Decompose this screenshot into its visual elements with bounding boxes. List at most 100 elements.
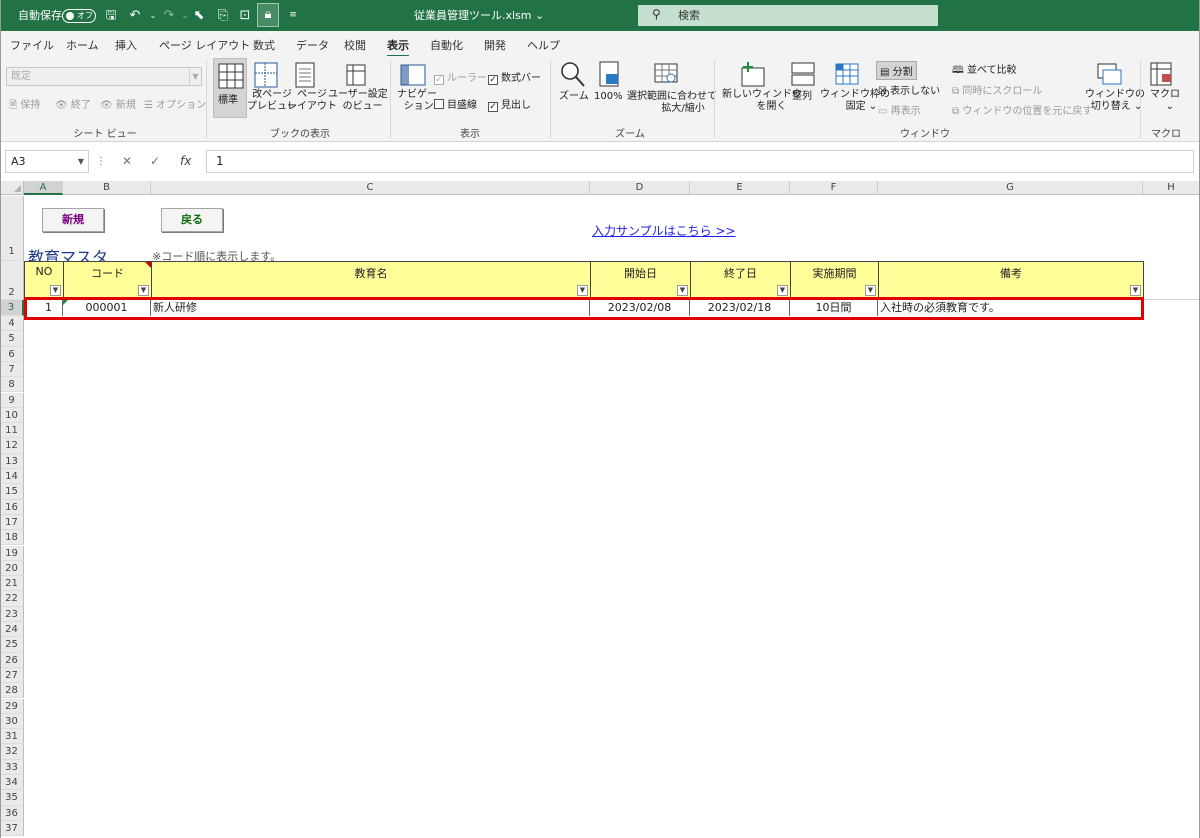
input-sample-link[interactable]: 入力サンプルはこちら >> bbox=[592, 222, 736, 239]
tab-formulas[interactable]: 数式 bbox=[253, 37, 275, 53]
navigation-button[interactable]: ナビゲー ション bbox=[397, 89, 437, 113]
row-header[interactable]: 24 bbox=[0, 622, 24, 638]
column-header-g[interactable]: G bbox=[878, 181, 1143, 195]
freeze-panes-icon[interactable] bbox=[832, 60, 862, 88]
back-button[interactable]: 戻る bbox=[161, 208, 223, 232]
column-header-f[interactable]: F bbox=[790, 181, 878, 195]
row-header[interactable]: 12 bbox=[0, 438, 24, 454]
new-record-button[interactable]: 新規 bbox=[42, 208, 104, 232]
column-header-e[interactable]: E bbox=[690, 181, 790, 195]
autosave-toggle[interactable]: オフ bbox=[62, 9, 96, 23]
formula-input[interactable]: 1 bbox=[206, 150, 1194, 173]
filter-dropdown-icon[interactable]: ▼ bbox=[138, 285, 149, 296]
custom-views-icon[interactable] bbox=[341, 61, 371, 89]
magnifier-icon[interactable] bbox=[558, 60, 588, 88]
row-header[interactable]: 11 bbox=[0, 423, 24, 439]
tab-file[interactable]: ファイル bbox=[10, 37, 54, 53]
text-box-icon[interactable]: ⊡ bbox=[236, 7, 254, 24]
row-header[interactable]: 5 bbox=[0, 331, 24, 347]
tab-insert[interactable]: 挿入 bbox=[115, 37, 137, 53]
row-header[interactable]: 30 bbox=[0, 713, 24, 730]
split-button[interactable]: ▤ 分割 bbox=[876, 61, 917, 80]
view-side-by-side-button[interactable]: 🕮 並べて比較 bbox=[952, 61, 1017, 80]
tab-data[interactable]: データ bbox=[296, 37, 329, 53]
row-header[interactable]: 13 bbox=[0, 453, 24, 469]
window-title[interactable]: 従業員管理ツール.xlsm ⌄ bbox=[414, 0, 544, 31]
row-header[interactable]: 35 bbox=[0, 790, 24, 806]
row-header[interactable]: 31 bbox=[0, 729, 24, 745]
filter-dropdown-icon[interactable]: ▼ bbox=[50, 285, 61, 296]
row-header[interactable]: 17 bbox=[0, 514, 24, 531]
filter-dropdown-icon[interactable]: ▼ bbox=[677, 285, 688, 296]
column-header-b[interactable]: B bbox=[63, 181, 151, 195]
switch-windows-button[interactable]: ウィンドウの 切り替え ⌄ bbox=[1085, 89, 1145, 113]
row-header[interactable]: 14 bbox=[0, 469, 24, 485]
column-header-c[interactable]: C bbox=[151, 181, 590, 195]
row-header[interactable]: 22 bbox=[0, 591, 24, 607]
row-header[interactable]: 7 bbox=[0, 361, 24, 378]
row-header[interactable]: 37 bbox=[0, 820, 24, 837]
filter-dropdown-icon[interactable]: ▼ bbox=[865, 285, 876, 296]
arrange-all-button[interactable]: 整列 bbox=[792, 91, 812, 103]
document-search-icon[interactable]: ⎘ bbox=[214, 7, 232, 24]
row-header[interactable]: 4 bbox=[0, 316, 24, 332]
row-header[interactable]: 6 bbox=[0, 346, 24, 362]
row-header[interactable]: 8 bbox=[0, 377, 24, 393]
save-icon[interactable]: 🖫 bbox=[102, 7, 120, 24]
row-header[interactable]: 25 bbox=[0, 637, 24, 653]
new-window-button[interactable]: 新しいウィンドウ を開く bbox=[722, 89, 802, 113]
row-header[interactable]: 20 bbox=[0, 560, 24, 577]
lock-icon[interactable]: 🔒︎ bbox=[257, 3, 279, 27]
insert-function-icon[interactable]: fx bbox=[180, 150, 191, 173]
tab-automate[interactable]: 自動化 bbox=[430, 37, 463, 53]
undo-icon[interactable]: ↶ bbox=[126, 7, 144, 24]
page-break-icon[interactable] bbox=[251, 61, 281, 89]
row-header[interactable]: 1 bbox=[0, 196, 24, 261]
row-header[interactable]: 21 bbox=[0, 576, 24, 592]
filter-dropdown-icon[interactable]: ▼ bbox=[1130, 285, 1141, 296]
row-header[interactable]: 19 bbox=[0, 545, 24, 561]
row-header[interactable]: 27 bbox=[0, 667, 24, 684]
row-header[interactable]: 10 bbox=[0, 407, 24, 424]
pointer-icon[interactable]: ⬉ bbox=[190, 7, 208, 24]
row-header[interactable]: 18 bbox=[0, 530, 24, 546]
search-box[interactable]: ⚲ 検索 bbox=[638, 5, 938, 26]
row-header[interactable]: 26 bbox=[0, 652, 24, 668]
column-header-d[interactable]: D bbox=[590, 181, 690, 195]
row-header[interactable]: 9 bbox=[0, 392, 24, 408]
tab-developer[interactable]: 開発 bbox=[484, 37, 506, 53]
tab-view[interactable]: 表示 bbox=[387, 37, 409, 57]
tab-help[interactable]: ヘルプ bbox=[527, 37, 560, 53]
select-all-button[interactable] bbox=[0, 181, 24, 195]
zoom-to-selection-button[interactable]: 選択範囲に合わせて 拡大/縮小 bbox=[627, 91, 717, 115]
row-header[interactable]: 34 bbox=[0, 775, 24, 791]
customize-qat-icon[interactable]: ≡ bbox=[284, 7, 302, 24]
row-header[interactable]: 33 bbox=[0, 759, 24, 775]
normal-view-button[interactable]: 標準 bbox=[213, 58, 247, 118]
row-header[interactable]: 36 bbox=[0, 805, 24, 821]
row-header[interactable]: 2 bbox=[0, 261, 24, 300]
name-box[interactable]: A3 ▼ bbox=[5, 150, 89, 173]
row-header[interactable]: 23 bbox=[0, 606, 24, 622]
new-window-icon[interactable] bbox=[738, 60, 768, 88]
arrange-all-icon[interactable] bbox=[788, 60, 818, 88]
tab-page-layout[interactable]: ページ レイアウト bbox=[159, 37, 250, 53]
zoom-100-button[interactable]: 100% bbox=[594, 91, 623, 103]
headings-checkbox[interactable]: ✓ 見出し bbox=[488, 96, 531, 112]
row-header[interactable]: 29 bbox=[0, 698, 24, 714]
page-layout-icon[interactable] bbox=[290, 61, 320, 89]
filter-dropdown-icon[interactable]: ▼ bbox=[777, 285, 788, 296]
tab-home[interactable]: ホーム bbox=[66, 37, 99, 53]
hide-button[interactable]: ☒ 表示しない bbox=[878, 82, 940, 97]
zoom-100-icon[interactable] bbox=[594, 60, 624, 88]
zoom-to-selection-icon[interactable] bbox=[652, 60, 682, 88]
row-header[interactable]: 16 bbox=[0, 499, 24, 515]
custom-views-button[interactable]: ユーザー設定 のビュー bbox=[328, 89, 388, 113]
gridlines-checkbox[interactable]: 目盛線 bbox=[434, 96, 477, 111]
macro-icon[interactable] bbox=[1147, 60, 1177, 88]
tab-review[interactable]: 校閲 bbox=[344, 37, 366, 53]
row-header[interactable]: 28 bbox=[0, 683, 24, 699]
navigation-icon[interactable] bbox=[398, 61, 428, 89]
zoom-button[interactable]: ズーム bbox=[559, 91, 589, 103]
macros-button[interactable]: マクロ ⌄ bbox=[1150, 89, 1180, 113]
